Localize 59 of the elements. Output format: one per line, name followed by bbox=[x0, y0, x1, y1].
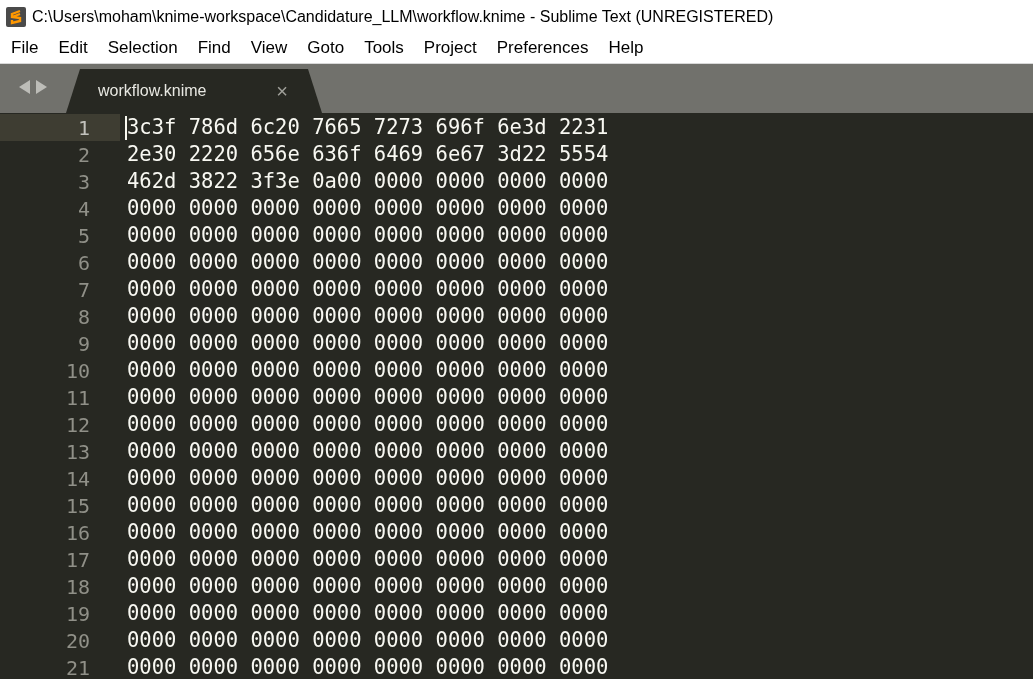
code-line: 0000 0000 0000 0000 0000 0000 0000 0000 bbox=[127, 222, 609, 250]
line-number: 8 bbox=[76, 303, 91, 330]
line-number: 18 bbox=[64, 573, 91, 600]
line-number: 7 bbox=[76, 276, 91, 303]
line-number: 15 bbox=[64, 492, 91, 519]
line-number: 21 bbox=[64, 654, 91, 679]
app-logo-icon bbox=[6, 6, 26, 27]
line-number: 11 bbox=[64, 384, 91, 411]
menu-item[interactable]: Project bbox=[413, 35, 487, 61]
code-line: 0000 0000 0000 0000 0000 0000 0000 0000 bbox=[127, 357, 609, 385]
code-line: 0000 0000 0000 0000 0000 0000 0000 0000 bbox=[127, 303, 609, 331]
line-number: 5 bbox=[76, 222, 91, 249]
code-line: 0000 0000 0000 0000 0000 0000 0000 0000 bbox=[127, 249, 609, 277]
code-line: 0000 0000 0000 0000 0000 0000 0000 0000 bbox=[127, 600, 609, 628]
line-number: 17 bbox=[64, 546, 91, 573]
code-line: 0000 0000 0000 0000 0000 0000 0000 0000 bbox=[127, 627, 609, 655]
line-number: 16 bbox=[64, 519, 91, 546]
line-number: 9 bbox=[76, 330, 91, 357]
menu-item[interactable]: Tools bbox=[354, 35, 414, 61]
text-cursor bbox=[125, 115, 127, 140]
line-number: 12 bbox=[64, 411, 91, 438]
code-line: 0000 0000 0000 0000 0000 0000 0000 0000 bbox=[127, 465, 609, 493]
code-line: 2e30 2220 656e 636f 6469 6e67 3d22 5554 bbox=[127, 141, 609, 169]
menu-item[interactable]: View bbox=[240, 35, 298, 61]
menu-item[interactable]: Find bbox=[187, 35, 241, 61]
tab-right-arrow-icon[interactable] bbox=[36, 79, 47, 94]
file-tab[interactable]: workflow.knime × bbox=[66, 69, 322, 113]
menu-item[interactable]: File bbox=[1, 35, 49, 61]
line-number: 19 bbox=[64, 600, 91, 627]
code-line: 0000 0000 0000 0000 0000 0000 0000 0000 bbox=[127, 276, 609, 304]
code-line: 3c3f 786d 6c20 7665 7273 696f 6e3d 2231 bbox=[127, 114, 609, 142]
line-number: 10 bbox=[64, 357, 91, 384]
code-line: 0000 0000 0000 0000 0000 0000 0000 0000 bbox=[127, 654, 609, 679]
line-number: 3 bbox=[76, 168, 91, 195]
tab-left-arrow-icon[interactable] bbox=[19, 79, 30, 94]
menu-item[interactable]: Goto bbox=[297, 35, 355, 61]
menu-item[interactable]: Selection bbox=[97, 35, 188, 61]
line-number: 14 bbox=[64, 465, 91, 492]
tab-close-button[interactable]: × bbox=[276, 81, 288, 101]
line-number: 2 bbox=[76, 141, 91, 168]
line-number: 4 bbox=[76, 195, 91, 222]
code-line: 0000 0000 0000 0000 0000 0000 0000 0000 bbox=[127, 411, 609, 439]
line-number: 13 bbox=[64, 438, 91, 465]
code-line: 462d 3822 3f3e 0a00 0000 0000 0000 0000 bbox=[127, 168, 609, 196]
menu-item[interactable]: Preferences bbox=[486, 35, 599, 61]
menu-item[interactable]: Edit bbox=[48, 35, 98, 61]
code-line: 0000 0000 0000 0000 0000 0000 0000 0000 bbox=[127, 546, 609, 574]
window-title: C:\Users\moham\knime-workspace\Candidature_LLM\workflow.knime - Sublime Text (UNREGISTERED) bbox=[32, 6, 774, 27]
code-line: 0000 0000 0000 0000 0000 0000 0000 0000 bbox=[127, 195, 609, 223]
code-line: 0000 0000 0000 0000 0000 0000 0000 0000 bbox=[127, 438, 609, 466]
code-line: 0000 0000 0000 0000 0000 0000 0000 0000 bbox=[127, 384, 609, 412]
code-line: 0000 0000 0000 0000 0000 0000 0000 0000 bbox=[127, 330, 609, 358]
line-number: 20 bbox=[64, 627, 91, 654]
code-line: 0000 0000 0000 0000 0000 0000 0000 0000 bbox=[127, 519, 609, 547]
line-number: 6 bbox=[76, 249, 91, 276]
menu-item[interactable]: Help bbox=[598, 35, 654, 61]
code-line: 0000 0000 0000 0000 0000 0000 0000 0000 bbox=[127, 492, 609, 520]
line-number: 1 bbox=[0, 114, 120, 141]
code-line: 0000 0000 0000 0000 0000 0000 0000 0000 bbox=[127, 573, 609, 601]
